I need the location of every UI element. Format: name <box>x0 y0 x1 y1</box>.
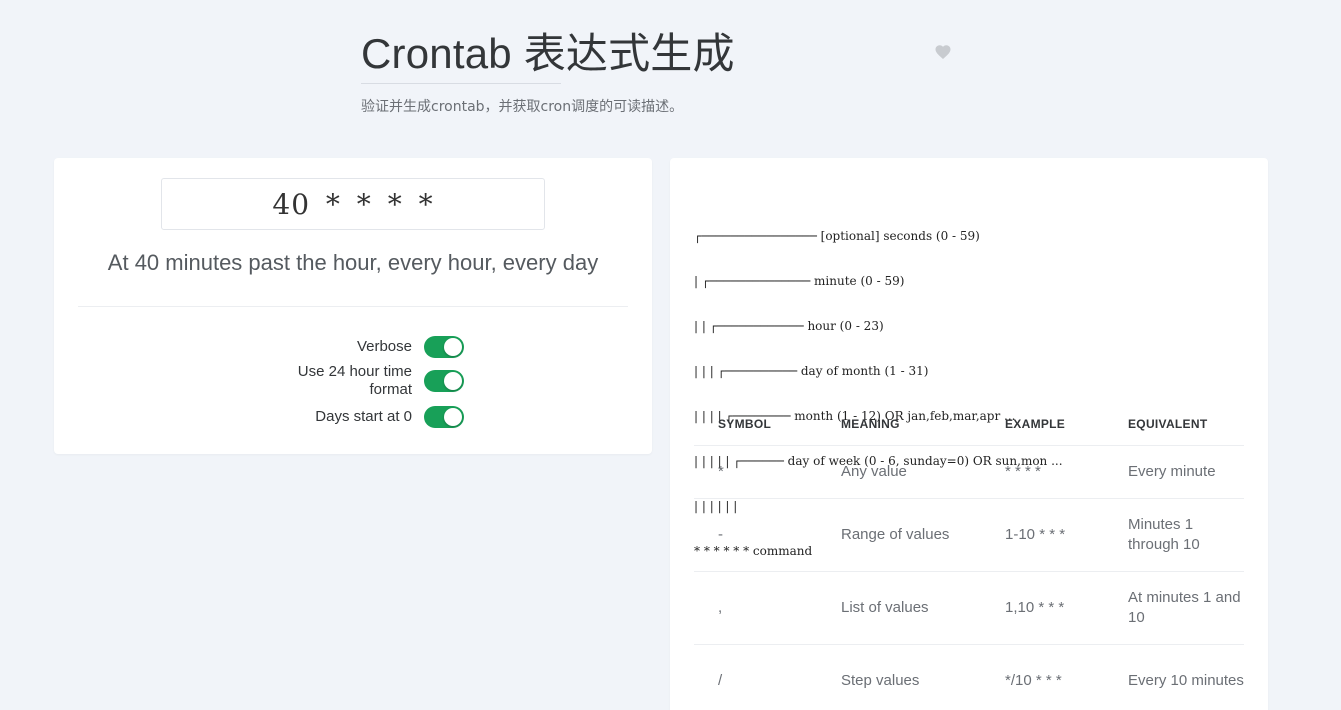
heart-icon[interactable] <box>934 43 952 61</box>
cell-meaning: Any value <box>817 445 981 499</box>
table-row: - Range of values 1-10 * * * Minutes 1 t… <box>694 498 1244 572</box>
column-header-meaning: MEANING <box>817 404 981 446</box>
option-label-24-hour: Use 24 hour time format <box>297 363 412 398</box>
cell-equivalent: Every 10 minutes <box>1104 644 1244 710</box>
diagram-line: | | | ┌────────── day of month (1 - 31) <box>694 363 929 378</box>
toggle-knob <box>444 338 462 356</box>
table-row: , List of values 1,10 * * * At minutes 1… <box>694 571 1244 645</box>
cell-equivalent: Every minute <box>1104 445 1244 499</box>
cell-meaning: List of values <box>817 571 981 645</box>
table-row: / Step values */10 * * * Every 10 minute… <box>694 644 1244 710</box>
cell-meaning: Range of values <box>817 498 981 572</box>
column-header-symbol: SYMBOL <box>694 404 817 446</box>
cell-example: * * * * <box>981 445 1104 499</box>
cell-symbol: * <box>694 445 817 499</box>
page-header: Crontab 表达式生成 验证并生成crontab，并获取cron调度的可读描… <box>361 28 961 116</box>
diagram-line: | | ┌──────────── hour (0 - 23) <box>694 318 884 333</box>
cell-example: 1,10 * * * <box>981 571 1104 645</box>
cell-equivalent: Minutes 1 through 10 <box>1104 498 1244 572</box>
diagram-line: ┌──────────────── [optional] seconds (0 … <box>694 228 980 243</box>
toggle-knob <box>444 408 462 426</box>
cell-example: 1-10 * * * <box>981 498 1104 572</box>
reference-card: ┌──────────────── [optional] seconds (0 … <box>670 158 1268 710</box>
column-header-equivalent: EQUIVALENT <box>1104 404 1244 446</box>
toggle-knob <box>444 372 462 390</box>
option-verbose: Verbose <box>254 336 464 358</box>
page-title: Crontab 表达式生成 <box>361 30 735 77</box>
table-row: * Any value * * * * Every minute <box>694 445 1244 499</box>
generator-card: At 40 minutes past the hour, every hour,… <box>54 158 652 454</box>
option-24-hour: Use 24 hour time format <box>254 363 464 399</box>
cell-symbol: / <box>694 644 817 710</box>
cell-equivalent: At minutes 1 and 10 <box>1104 571 1244 645</box>
cron-reference-table: SYMBOL MEANING EXAMPLE EQUIVALENT * Any … <box>694 404 1244 710</box>
option-days-start-zero: Days start at 0 <box>254 406 464 428</box>
divider <box>78 306 628 307</box>
table-header-row: SYMBOL MEANING EXAMPLE EQUIVALENT <box>694 404 1244 446</box>
cell-meaning: Step values <box>817 644 981 710</box>
cron-expression-input[interactable] <box>161 178 545 230</box>
cell-symbol: - <box>694 498 817 572</box>
cell-symbol: , <box>694 571 817 645</box>
option-label-verbose: Verbose <box>356 338 412 355</box>
page-subtitle: 验证并生成crontab，并获取cron调度的可读描述。 <box>361 99 684 115</box>
cron-description: At 40 minutes past the hour, every hour,… <box>107 250 599 275</box>
verbose-toggle[interactable] <box>424 336 464 358</box>
option-label-days-start-zero: Days start at 0 <box>315 408 412 425</box>
24-hour-toggle[interactable] <box>424 370 464 392</box>
title-underline <box>361 83 561 84</box>
diagram-line: | ┌────────────── minute (0 - 59) <box>694 273 905 288</box>
days-start-zero-toggle[interactable] <box>424 406 464 428</box>
column-header-example: EXAMPLE <box>981 404 1104 446</box>
cell-example: */10 * * * <box>981 644 1104 710</box>
